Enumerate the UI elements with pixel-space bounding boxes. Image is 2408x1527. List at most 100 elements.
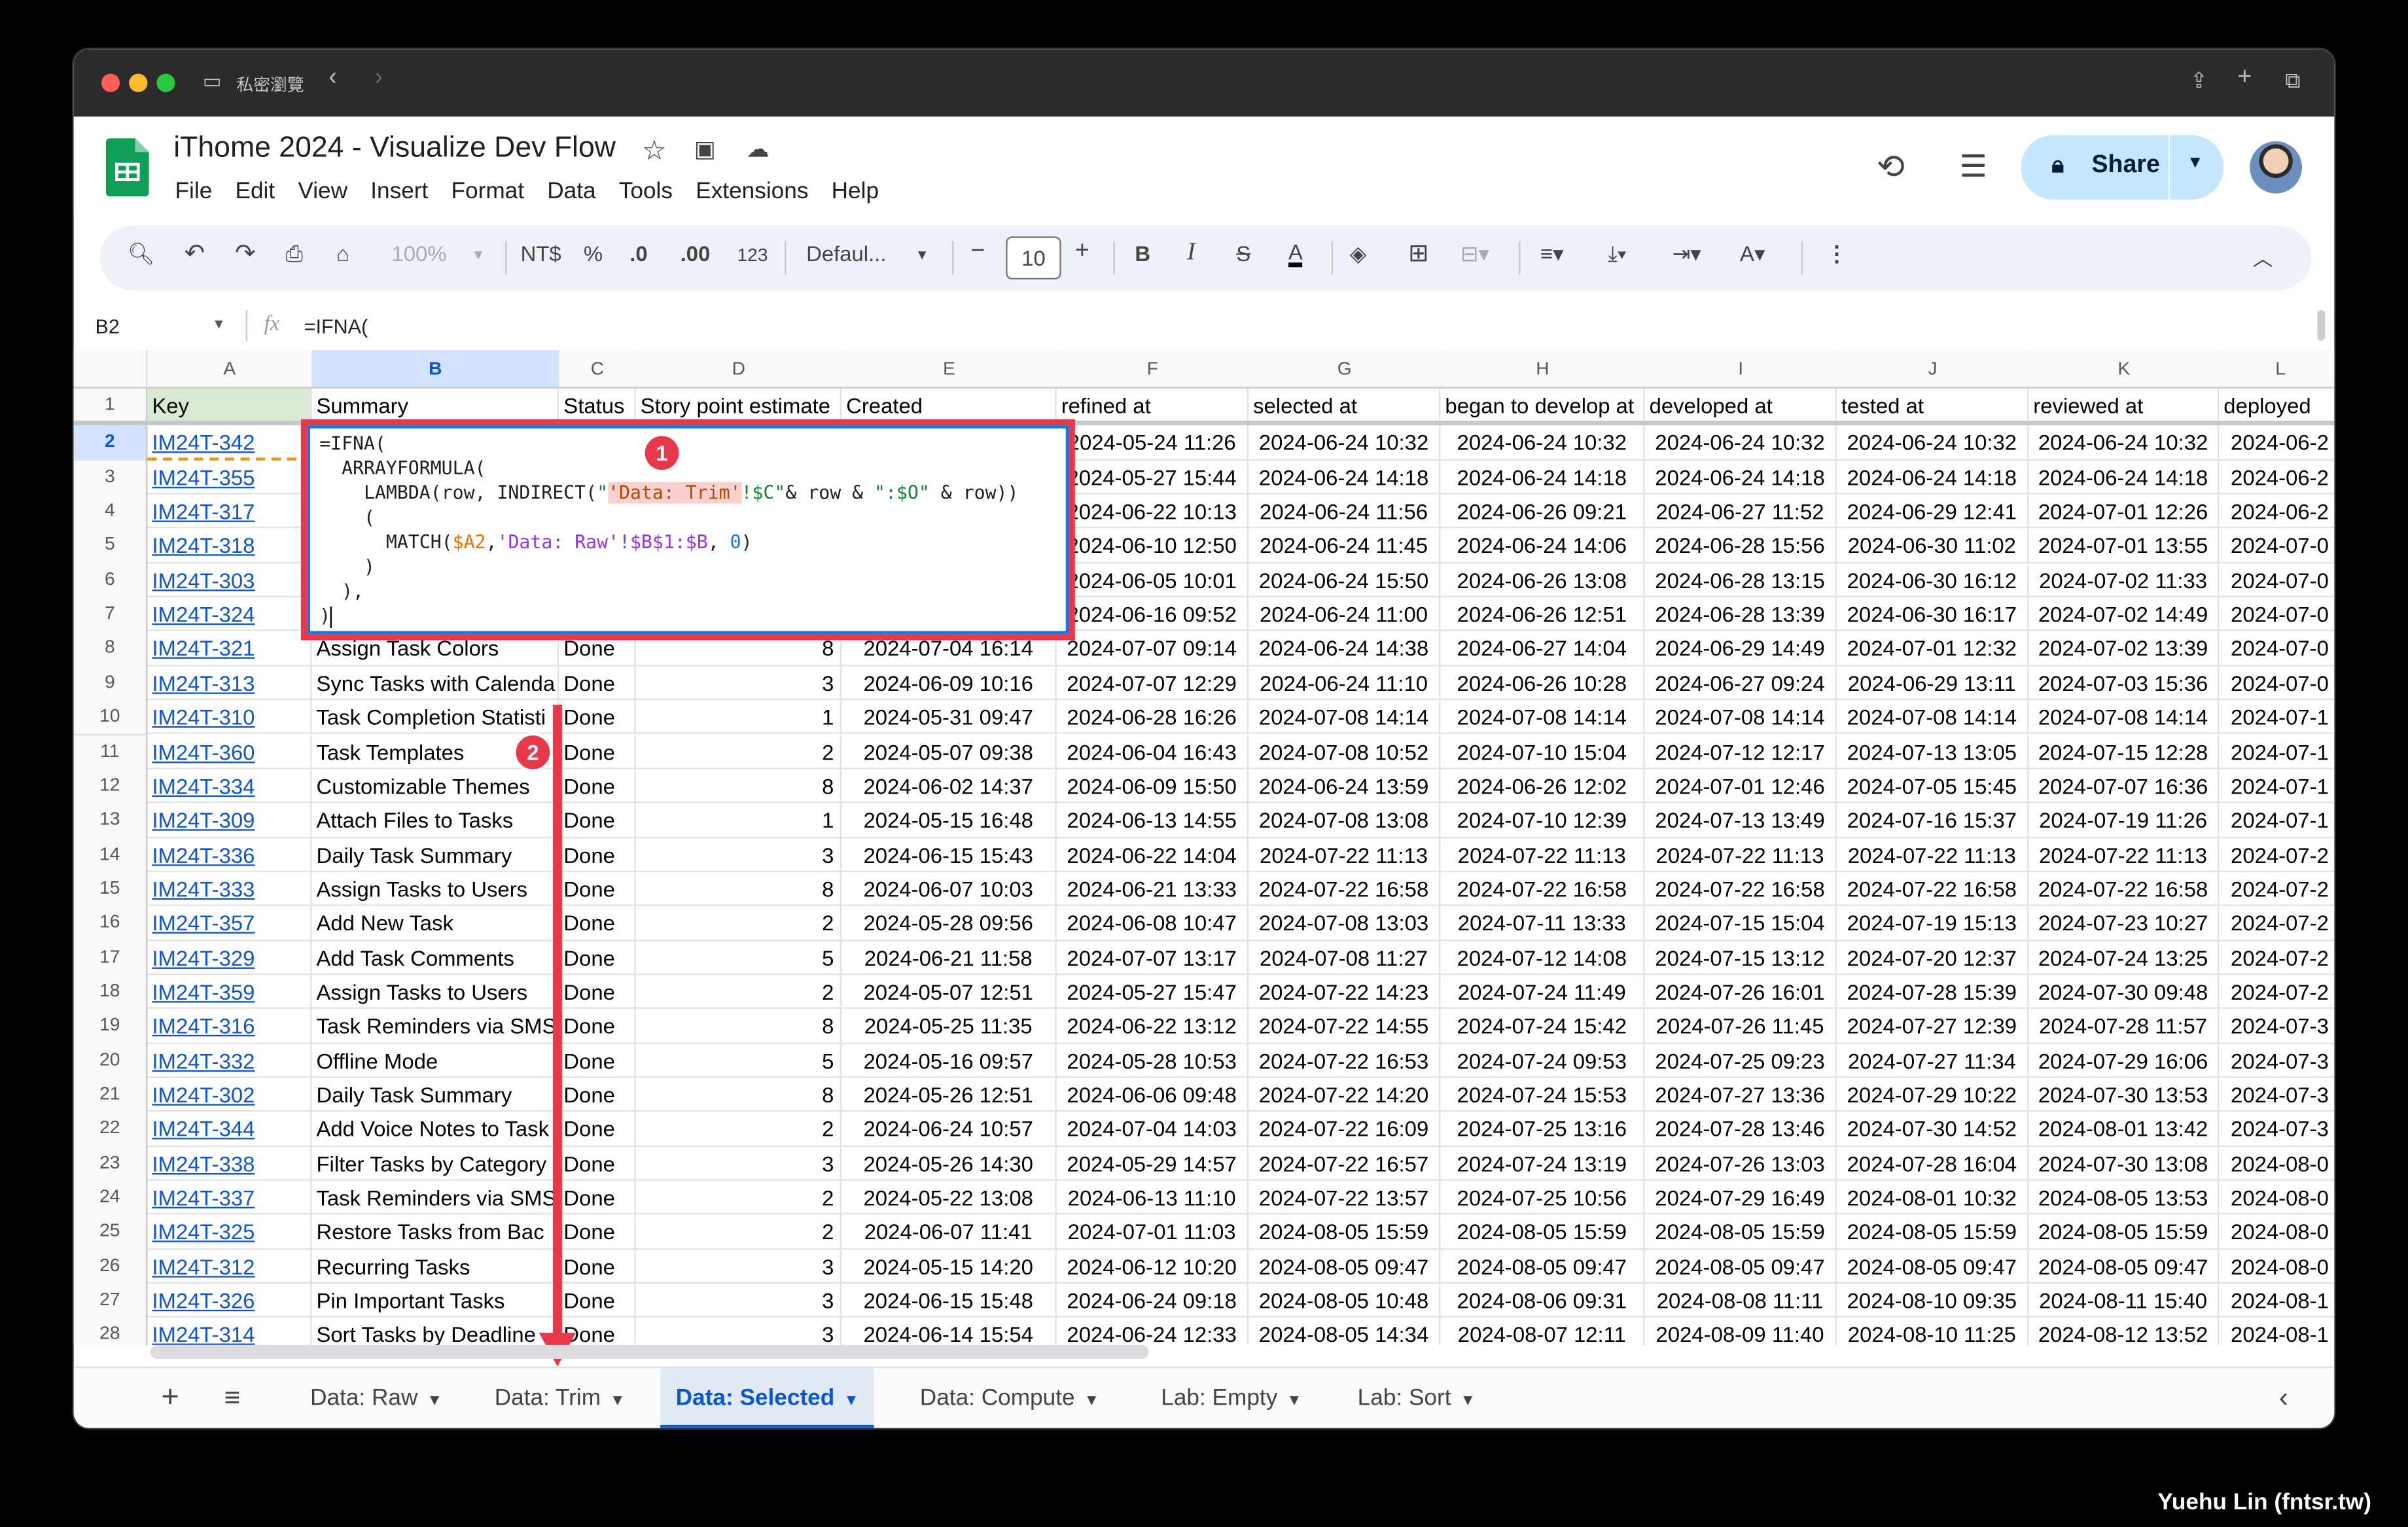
table-cell[interactable]: 2024-07-22 11:13 (1248, 837, 1441, 872)
column-header-c[interactable]: C (559, 350, 637, 389)
header-cell[interactable]: refined at (1056, 388, 1249, 423)
table-cell[interactable]: Recurring Tasks (311, 1249, 559, 1284)
table-cell[interactable]: 2024-06-26 09:21 (1440, 494, 1645, 529)
table-cell[interactable]: 2024-08-05 09:47 (1644, 1249, 1837, 1284)
table-cell[interactable]: 2024-06-24 10:57 (841, 1112, 1057, 1147)
table-cell[interactable]: 2024-08-0 (2219, 1181, 2335, 1216)
table-cell[interactable]: 2024-07-22 11:13 (2028, 837, 2220, 872)
table-cell[interactable]: 2024-07-28 16:04 (1836, 1146, 2029, 1181)
table-cell[interactable]: 2024-07-22 16:58 (1644, 871, 1837, 907)
table-cell[interactable]: 2024-06-29 12:41 (1836, 494, 2029, 529)
table-cell[interactable]: 2024-08-05 15:59 (1644, 1215, 1837, 1250)
avatar[interactable] (2250, 141, 2303, 194)
header-cell[interactable]: Created (841, 388, 1057, 423)
issue-key-link[interactable]: IM24T-302 (147, 1078, 312, 1112)
sidebar-icon[interactable]: ▭ (203, 69, 222, 94)
menu-edit[interactable]: Edit (235, 178, 275, 204)
table-cell[interactable]: 2024-07-08 14:14 (1644, 700, 1837, 735)
table-cell[interactable]: 2024-07-29 16:06 (2028, 1044, 2220, 1078)
table-cell[interactable]: 2024-08-05 13:53 (2028, 1180, 2220, 1216)
table-cell[interactable]: 8 (635, 1078, 842, 1112)
zoom-window-button[interactable] (156, 73, 175, 92)
table-cell[interactable]: 2024-06-24 10:32 (1836, 425, 2029, 461)
table-cell[interactable]: 2 (635, 1180, 842, 1216)
table-cell[interactable]: Attach Files to Tasks (311, 803, 559, 838)
row-header[interactable]: 12 (73, 769, 148, 805)
row-header[interactable]: 19 (73, 1009, 148, 1045)
table-cell[interactable]: 2024-06-09 10:16 (841, 666, 1057, 701)
back-icon[interactable]: ‹ (328, 65, 337, 92)
sheet-tab[interactable]: Data: Selected ▼ (660, 1368, 875, 1428)
menu-file[interactable]: File (175, 178, 213, 204)
table-cell[interactable]: 2024-07-24 15:53 (1440, 1078, 1645, 1112)
decrease-font-size-icon[interactable]: − (970, 238, 985, 266)
table-cell[interactable]: 2024-06-24 09:18 (1056, 1284, 1249, 1318)
table-cell[interactable]: 2024-05-26 12:51 (841, 1078, 1057, 1112)
header-cell[interactable]: developed at (1644, 388, 1837, 423)
table-cell[interactable]: 2024-07-22 16:58 (1248, 871, 1441, 907)
undo-icon[interactable]: ↶ (185, 238, 205, 269)
sheets-logo-icon[interactable] (105, 138, 149, 197)
table-cell[interactable]: Done (559, 1009, 636, 1044)
table-cell[interactable]: Done (559, 1078, 636, 1112)
formula-input[interactable]: =IFNA( (304, 315, 368, 338)
header-cell[interactable]: Summary (311, 388, 559, 423)
table-cell[interactable]: 2024-05-29 14:57 (1056, 1146, 1249, 1181)
paint-format-icon[interactable]: ⌂ (336, 241, 349, 266)
row-header[interactable]: 9 (73, 666, 148, 702)
issue-key-link[interactable]: IM24T-325 (147, 1215, 312, 1250)
decrease-decimal-button[interactable]: .0 (629, 241, 647, 266)
table-cell[interactable]: 2024-06-22 13:12 (1056, 1009, 1249, 1044)
add-sheet-icon[interactable]: + (161, 1380, 179, 1416)
table-cell[interactable]: 2024-06-13 14:55 (1056, 803, 1249, 838)
table-cell[interactable]: 2024-06-15 15:43 (841, 837, 1057, 872)
share-page-icon[interactable]: ⇪ (2190, 67, 2208, 94)
row-header[interactable]: 13 (73, 803, 148, 839)
table-cell[interactable]: Done (559, 1044, 636, 1078)
table-cell[interactable]: Done (559, 906, 636, 941)
table-cell[interactable]: Done (559, 1215, 636, 1250)
table-cell[interactable]: Done (559, 1112, 636, 1147)
table-cell[interactable]: 2024-07-25 10:56 (1440, 1180, 1645, 1216)
sheet-tab[interactable]: Lab: Empty ▼ (1146, 1368, 1317, 1428)
table-cell[interactable]: 2024-07-02 11:33 (2028, 563, 2220, 598)
table-cell[interactable]: 2024-07-27 13:36 (1644, 1078, 1837, 1112)
table-cell[interactable]: 2024-07-26 11:45 (1644, 1009, 1837, 1044)
table-cell[interactable]: Assign Tasks to Users (311, 871, 559, 907)
all-sheets-icon[interactable]: ≡ (224, 1382, 241, 1414)
formula-editor-popup[interactable]: =IFNA( ARRAYFORMULA( LAMBDA(row, INDIREC… (307, 425, 1069, 635)
share-dropdown-icon[interactable]: ▼ (2187, 154, 2204, 172)
table-cell[interactable]: 2024-08-0 (2219, 1215, 2335, 1250)
table-cell[interactable]: 2024-07-30 13:53 (2028, 1078, 2220, 1112)
table-cell[interactable]: 2024-07-22 16:57 (1248, 1146, 1441, 1181)
table-cell[interactable]: Assign Task Colors (311, 631, 559, 667)
table-cell[interactable]: 2024-07-27 12:39 (1836, 1009, 2029, 1044)
table-cell[interactable]: 2024-07-07 09:14 (1056, 631, 1249, 667)
table-cell[interactable]: 2 (635, 1112, 842, 1147)
table-cell[interactable]: 2024-06-30 11:02 (1836, 529, 2029, 563)
table-cell[interactable]: 2024-07-1 (2219, 701, 2335, 735)
table-cell[interactable]: 2024-06-05 10:01 (1056, 563, 1249, 598)
table-cell[interactable]: 2024-08-08 11:11 (1644, 1284, 1837, 1318)
table-cell[interactable]: 2024-06-24 14:18 (2028, 460, 2220, 495)
header-cell[interactable]: Status (559, 388, 636, 423)
horizontal-align-icon[interactable]: ≡▾ (1540, 241, 1564, 267)
issue-key-link[interactable]: IM24T-329 (147, 940, 312, 975)
issue-key-link[interactable]: IM24T-355 (147, 460, 312, 495)
table-cell[interactable]: 2024-07-13 13:05 (1836, 734, 2029, 769)
text-rotation-icon[interactable]: A▾ (1740, 241, 1765, 267)
table-cell[interactable]: 8 (635, 1009, 842, 1044)
table-cell[interactable]: 2024-06-27 11:52 (1644, 494, 1837, 529)
table-cell[interactable]: Add New Task (311, 906, 559, 941)
table-cell[interactable]: 2024-07-28 13:46 (1644, 1112, 1837, 1147)
table-cell[interactable]: Daily Task Summary (311, 837, 559, 872)
header-cell[interactable]: Key (147, 388, 312, 423)
minimize-window-button[interactable] (129, 73, 148, 92)
table-cell[interactable]: Done (559, 769, 636, 803)
table-cell[interactable]: 2024-06-2 (2219, 426, 2335, 461)
fill-color-icon[interactable]: ◈ (1350, 241, 1366, 267)
merge-cells-icon[interactable]: ⊟▾ (1461, 241, 1489, 267)
table-cell[interactable]: 2024-06-24 11:45 (1248, 529, 1441, 563)
italic-icon[interactable]: I (1187, 239, 1195, 267)
issue-key-link[interactable]: IM24T-318 (147, 529, 312, 563)
